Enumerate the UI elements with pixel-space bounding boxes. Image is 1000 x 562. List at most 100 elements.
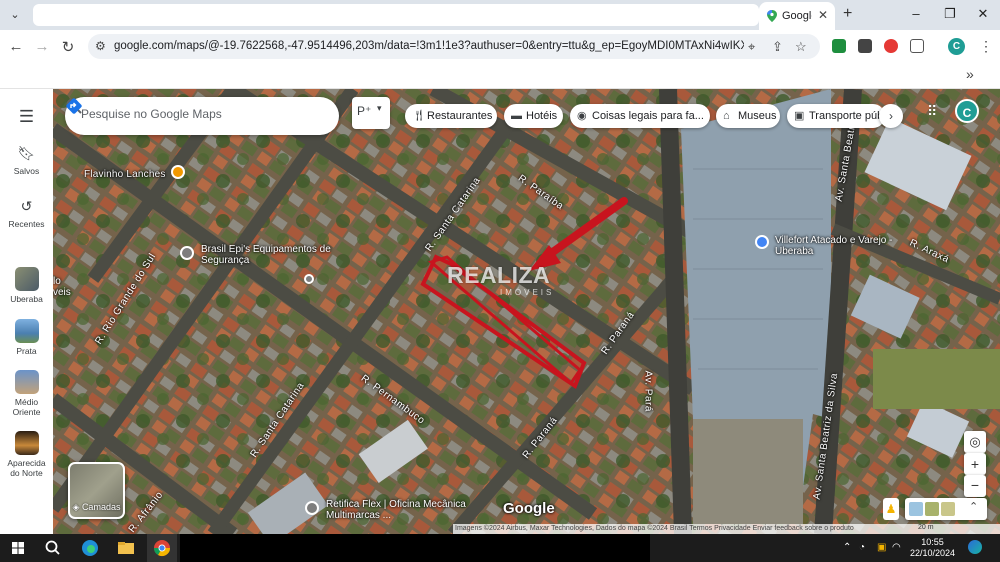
small-poi-icon[interactable] [304,274,314,284]
tab-search-icon[interactable]: ⌄ [6,6,24,24]
chip-label: Museus [738,110,777,122]
rail-place-aparecida[interactable]: Aparecida do Norte [0,431,53,478]
system-clock[interactable]: 10:55 22/10/2024 [905,537,960,559]
layers-label: ◈ Camadas [72,502,121,512]
poi-edge-fragment: lo veis [53,276,71,298]
file-explorer-icon[interactable] [117,539,135,557]
chip-label: Hotéis [526,110,558,122]
chevron-down-icon: ▾ [377,103,382,113]
rail-place-label: Prata [16,346,37,356]
maps-search-box[interactable] [65,97,339,135]
store-pin-icon[interactable] [755,235,769,249]
bookmark-star-icon[interactable]: ☆ [795,39,807,55]
google-logo: Google [503,500,555,517]
forward-icon[interactable]: → [33,38,51,55]
restaurant-pin-icon[interactable] [171,165,185,179]
rail-place-label: Uberaba [10,294,43,304]
rail-recent-label: Recentes [8,219,45,229]
place-type-dropdown[interactable]: P⁺ ▾ [352,97,390,129]
museum-icon: ⌂ [723,110,730,122]
chips-next-arrow-icon[interactable]: › [879,104,903,128]
hotel-icon: ▬ [511,110,522,122]
extensions-puzzle-icon[interactable] [910,39,924,53]
extension-block-icon[interactable] [884,39,898,53]
clock-time: 10:55 [921,537,944,547]
reload-icon[interactable]: ↻ [59,38,77,56]
google-apps-icon[interactable]: ⠿ [927,103,937,120]
satellite-imagery [53,89,1000,534]
maps-side-rail: ☰ 🔖︎ Salvos ↺ Recentes Uberaba Prata Méd… [0,89,53,534]
windows-start-icon[interactable] [12,542,24,554]
restaurant-icon: 🍴︎ [412,110,426,122]
poi-retifica-flex[interactable]: Retifica Flex | Oficina Mecânica Multima… [326,499,466,521]
service-pin-icon[interactable] [305,501,319,515]
edge-browser-icon[interactable] [81,539,99,557]
layers-toggle[interactable]: ◈ Camadas [68,462,125,519]
bookmark-icon: 🔖︎ [17,145,36,161]
new-tab-button[interactable]: + [843,5,852,23]
tab-google-maps[interactable]: Google ✕ [759,2,835,30]
poi-flavinho-lanches[interactable]: Flavinho Lanches [84,169,166,180]
notifications-icon[interactable] [968,540,982,554]
url-text[interactable]: google.com/maps/@-19.7622568,-47.9514496… [114,40,744,52]
rail-recent[interactable]: ↺ Recentes [0,198,53,229]
chip-label: Restaurantes [427,110,493,122]
chrome-icon[interactable] [153,539,171,557]
search-icon[interactable] [44,539,62,557]
place-type-icon: P⁺ [357,104,372,118]
bus-icon: ▣ [794,110,805,122]
place-thumbnail [14,370,39,394]
rail-place-uberaba[interactable]: Uberaba [0,267,53,304]
rail-place-medio-oriente[interactable]: Médio Oriente [0,370,53,417]
back-icon[interactable]: ← [7,38,25,55]
poi-villefort[interactable]: Villefort Atacado e Varejo - Uberaba [775,235,895,257]
watermark-imoveis: IMÓVEIS [500,288,555,297]
menu-kebab-icon[interactable]: ⋮ [979,38,993,55]
menu-hamburger-icon[interactable]: ☰ [0,107,53,131]
omnibox[interactable]: ⚙ google.com/maps/@-19.7622568,-47.95144… [88,34,820,59]
camera-icon: ◉ [577,110,587,122]
chip-hotels[interactable]: ▬ Hotéis [504,104,563,128]
street-view-type-icon [941,502,955,516]
network-icon[interactable]: ◔ [859,542,865,553]
taskbar-empty-area [180,534,650,562]
site-info-icon[interactable]: ⚙ [95,39,106,53]
install-app-icon[interactable]: ⇪ [772,39,783,55]
bookmarks-overflow-icon[interactable]: » [966,66,974,82]
rail-place-prata[interactable]: Prata [0,319,53,356]
pegman-icon[interactable]: ♟ [883,498,899,520]
rail-saved[interactable]: 🔖︎ Salvos [0,145,53,176]
place-thumbnail [14,319,39,343]
tab-title: Google [782,10,812,22]
maps-account-avatar[interactable]: C [955,99,979,123]
profile-avatar[interactable]: C [948,38,965,55]
app-tray-icon[interactable]: ▣ [877,542,886,553]
shop-pin-icon[interactable] [180,246,194,260]
extension-check-icon[interactable] [832,39,846,53]
maximize-button[interactable]: ❐ [940,6,960,22]
my-location-icon[interactable]: ◎ [964,431,986,453]
tab-close-icon[interactable]: ✕ [818,8,828,22]
minimize-button[interactable]: – [906,6,926,21]
zoom-out-button[interactable]: − [964,475,986,497]
street-label: Av. Pará [642,370,654,412]
scale-label[interactable]: 20 m [918,524,934,531]
address-bar-row: ← → ↻ ⚙ google.com/maps/@-19.7622568,-47… [0,30,1000,62]
chip-museums[interactable]: ⌂ Museus [716,104,780,128]
poi-brasil-epis[interactable]: Brasil Epi's Equipamentos de Segurança [201,244,341,266]
rail-saved-label: Salvos [13,166,40,176]
extension-box-icon[interactable] [858,39,872,53]
tray-overflow-icon[interactable]: ⌃ [843,542,851,553]
zoom-in-button[interactable]: + [964,453,986,475]
clock-date: 22/10/2024 [909,548,956,558]
wifi-icon[interactable]: ◠ [892,542,901,553]
search-input[interactable] [81,107,261,121]
map-type-switcher[interactable]: ⌃ [905,498,987,520]
chip-transit[interactable]: ▣ Transporte púb [787,104,885,128]
directions-icon[interactable] [65,97,83,115]
chip-restaurants[interactable]: 🍴︎ Restaurantes [405,104,497,128]
close-window-button[interactable]: ✕ [973,6,993,22]
map-canvas[interactable]: R. Santa Catarina R. Paraíba R. Rio Gran… [53,89,1000,534]
location-icon[interactable]: ⌖ [748,39,755,55]
chip-things-to-do[interactable]: ◉ Coisas legais para fa... [570,104,710,128]
